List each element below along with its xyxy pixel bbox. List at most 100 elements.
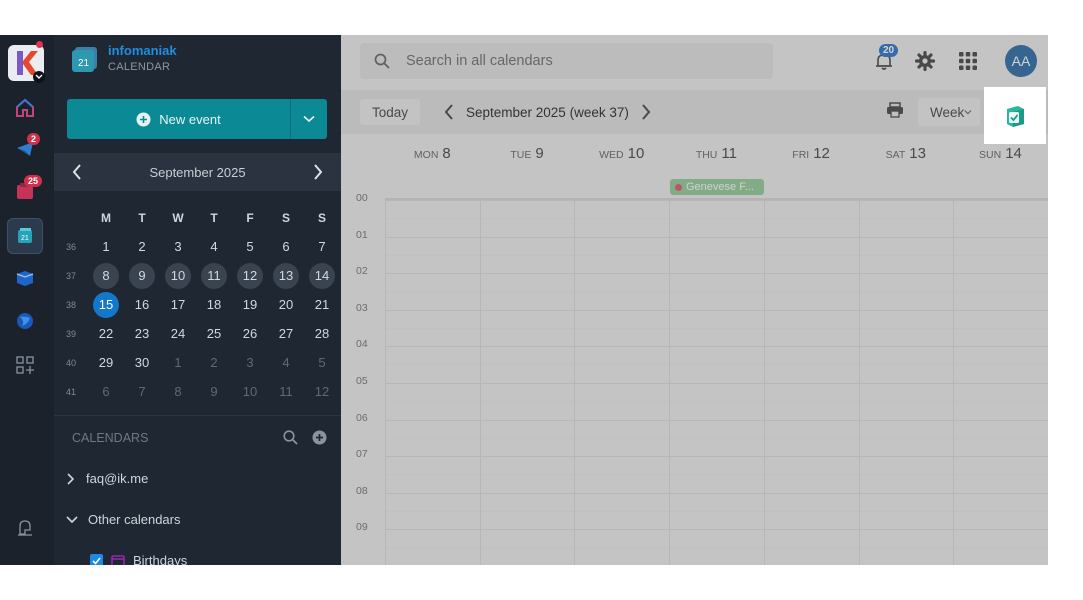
user-menu-button[interactable]: AA xyxy=(1003,44,1039,78)
mini-calendar-day[interactable]: 12 xyxy=(232,262,268,289)
mini-calendar-day[interactable]: 4 xyxy=(268,350,304,376)
support-icon[interactable] xyxy=(7,510,43,546)
search-bar[interactable] xyxy=(360,43,773,79)
mini-calendar-day[interactable]: 19 xyxy=(232,292,268,318)
mini-calendar-day[interactable]: 2 xyxy=(124,234,160,260)
search-input[interactable] xyxy=(404,52,738,70)
calendar-group-faq[interactable]: faq@ik.me xyxy=(66,471,148,486)
kdrive-logo-icon[interactable] xyxy=(6,41,46,83)
mini-calendar-day[interactable]: 26 xyxy=(232,321,268,347)
day-column-header[interactable]: FRI 12 xyxy=(764,135,859,173)
mini-calendar-day[interactable]: 29 xyxy=(88,350,124,376)
mini-calendar-day[interactable]: 17 xyxy=(160,292,196,318)
chevron-down-icon xyxy=(66,515,78,523)
mini-calendar-day[interactable]: 7 xyxy=(124,379,160,405)
day-column[interactable] xyxy=(953,200,955,565)
globe-icon[interactable] xyxy=(7,303,43,339)
new-event-button[interactable]: New event xyxy=(67,99,291,139)
day-column[interactable] xyxy=(385,200,386,565)
mini-calendar-day[interactable]: 8 xyxy=(88,262,124,289)
event-title: Genevese F... xyxy=(686,181,754,193)
chevron-down-icon[interactable] xyxy=(33,71,45,83)
home-icon[interactable] xyxy=(7,90,43,126)
mini-calendar-day[interactable]: 15 xyxy=(88,291,124,318)
mini-calendar-day[interactable]: 1 xyxy=(160,350,196,376)
today-button[interactable]: Today xyxy=(360,99,421,125)
mini-calendar-day[interactable]: 3 xyxy=(232,350,268,376)
weekday-header: T xyxy=(138,210,146,225)
mini-calendar-day[interactable]: 23 xyxy=(124,321,160,347)
mini-calendar-day[interactable]: 7 xyxy=(304,234,340,260)
mini-calendar-day[interactable]: 10 xyxy=(232,379,268,405)
next-month-button[interactable] xyxy=(295,164,341,180)
checklist-addon-button[interactable] xyxy=(984,87,1046,144)
mini-calendar-day[interactable]: 20 xyxy=(268,292,304,318)
day-column[interactable] xyxy=(763,200,765,565)
week-number: 41 xyxy=(65,386,76,397)
checkbox-checked-icon[interactable] xyxy=(90,554,103,565)
day-column-header[interactable]: MON 8 xyxy=(385,135,480,173)
add-apps-icon[interactable] xyxy=(7,347,43,383)
week-number: 36 xyxy=(65,241,76,252)
hour-row: 02 xyxy=(341,265,1048,310)
day-date: 11 xyxy=(721,145,737,162)
new-event-options-button[interactable] xyxy=(291,99,327,139)
mini-calendar-day[interactable]: 8 xyxy=(160,379,196,405)
mini-calendar-day[interactable]: 9 xyxy=(124,262,160,289)
mini-calendar-day[interactable]: 12 xyxy=(304,379,340,405)
half-hour-line xyxy=(385,327,1048,329)
mini-calendar-day[interactable]: 6 xyxy=(268,234,304,260)
mini-calendar-day[interactable]: 16 xyxy=(124,292,160,318)
day-column[interactable] xyxy=(574,200,576,565)
view-select[interactable]: Week xyxy=(918,98,980,126)
weekday-header: M xyxy=(101,210,111,225)
day-column-header[interactable]: WED 10 xyxy=(574,135,669,173)
day-column-header[interactable]: THU 11 xyxy=(669,135,764,173)
calendar-app-icon[interactable]: 21 xyxy=(7,218,43,254)
day-column-header[interactable]: TUE 9 xyxy=(480,135,575,173)
calendar-item-birthdays[interactable]: Birthdays xyxy=(90,553,187,565)
notifications-button[interactable]: 20 xyxy=(867,44,901,78)
week-time-grid[interactable]: 00 01 02 03 04 05 06 07 08 09 xyxy=(341,192,1048,565)
kdrive-icon[interactable] xyxy=(7,260,43,296)
mini-calendar-day[interactable]: 14 xyxy=(304,262,340,289)
print-button[interactable] xyxy=(886,102,904,123)
mail-icon[interactable]: 2 xyxy=(7,131,43,167)
tasks-icon[interactable]: 25 xyxy=(7,173,43,209)
mini-calendar-day[interactable]: 2 xyxy=(196,350,232,376)
mini-calendar-day[interactable]: 5 xyxy=(232,234,268,260)
mini-calendar-day[interactable]: 11 xyxy=(196,262,232,289)
mini-calendar-day[interactable]: 11 xyxy=(268,379,304,405)
previous-month-button[interactable] xyxy=(54,164,100,180)
mini-calendar-day[interactable]: 13 xyxy=(268,262,304,289)
mini-calendar-day[interactable]: 1 xyxy=(88,234,124,260)
previous-week-icon[interactable] xyxy=(444,104,454,120)
mini-calendar-day[interactable]: 3 xyxy=(160,234,196,260)
mini-calendar-day[interactable]: 4 xyxy=(196,234,232,260)
next-week-icon[interactable] xyxy=(641,104,651,120)
new-event-button-group: New event xyxy=(67,99,327,139)
mini-calendar-day[interactable]: 21 xyxy=(304,292,340,318)
search-calendars-icon[interactable] xyxy=(283,430,298,445)
mini-calendar-day[interactable]: 18 xyxy=(196,292,232,318)
hour-line xyxy=(385,273,1048,275)
calendar-group-other[interactable]: Other calendars xyxy=(66,512,181,527)
mini-calendar-day[interactable]: 25 xyxy=(196,321,232,347)
mini-calendar-day[interactable]: 24 xyxy=(160,321,196,347)
mini-calendar-day[interactable]: 22 xyxy=(88,321,124,347)
mini-calendar-day[interactable]: 5 xyxy=(304,350,340,376)
day-column[interactable] xyxy=(479,200,481,565)
mini-calendar-day[interactable]: 6 xyxy=(88,379,124,405)
day-column[interactable] xyxy=(669,200,671,565)
mini-calendar-day[interactable]: 28 xyxy=(304,321,340,347)
all-day-event[interactable]: Genevese F... xyxy=(670,179,764,195)
mini-calendar-day[interactable]: 30 xyxy=(124,350,160,376)
mini-calendar-day[interactable]: 10 xyxy=(160,262,196,289)
settings-button[interactable] xyxy=(908,44,942,78)
mini-calendar-day[interactable]: 9 xyxy=(196,379,232,405)
day-column[interactable] xyxy=(858,200,860,565)
apps-grid-button[interactable] xyxy=(951,44,985,78)
mini-calendar-day[interactable]: 27 xyxy=(268,321,304,347)
add-calendar-icon[interactable] xyxy=(312,430,327,445)
day-column-header[interactable]: SAT 13 xyxy=(858,135,953,173)
